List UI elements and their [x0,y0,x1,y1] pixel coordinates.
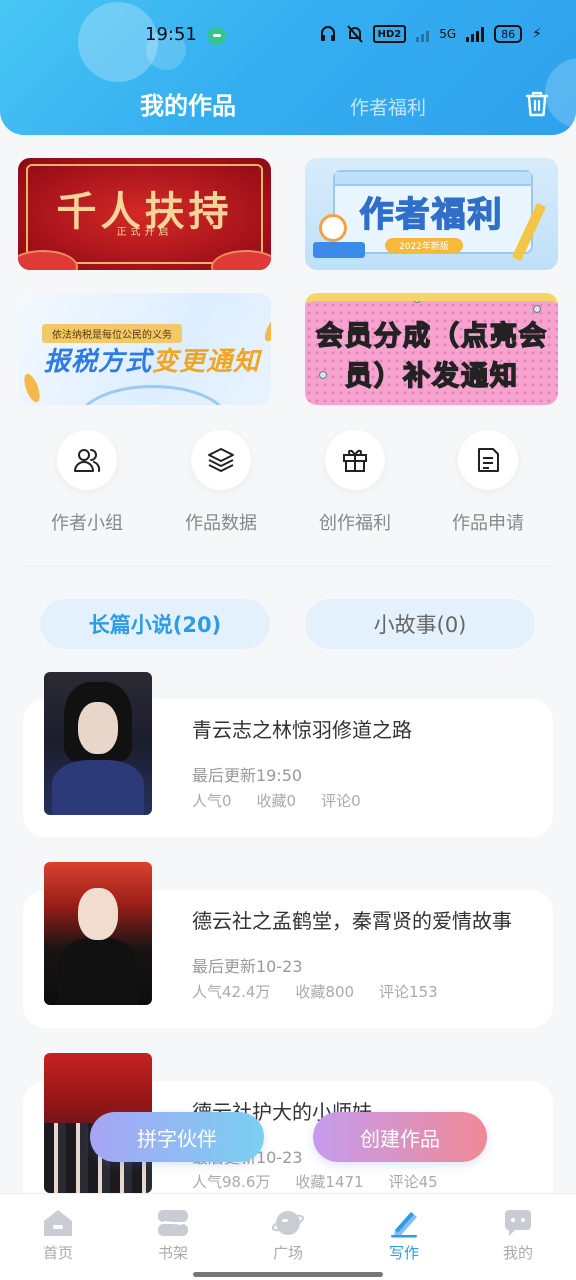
cover-figure [58,938,138,1005]
banner-title: 报税方式变更通知 [44,341,260,378]
decor-leaf [261,312,271,344]
quick-action-creation-welfare[interactable]: 创作福利 [300,430,410,535]
banner-title: 作者福利 [359,194,504,236]
tab-short-story[interactable]: 小故事(0) [305,599,535,649]
decor-leaf [21,371,43,405]
work-popularity: 人气0 [192,792,232,810]
decor-arc [78,385,228,405]
cover-figure [78,702,118,754]
work-stats: 人气98.6万 收藏1471 评论45 [192,1171,463,1192]
divider [22,566,554,567]
banner-title: 会员分成（点亮会员）补发通知 [315,320,548,393]
quick-action-label: 创作福利 [319,513,391,534]
work-popularity: 人气98.6万 [192,1173,271,1191]
status-time: 19:51 [145,24,197,45]
work-popularity: 人气42.4万 [192,983,271,1001]
tab-my-works[interactable]: 我的作品 [140,86,236,121]
battery-icon: 86 [494,25,523,43]
work-title[interactable]: 青云志之林惊羽修道之路 [192,714,412,743]
bottom-nav: 首页 书架 广场 写作 我的 [0,1193,576,1280]
status-bar: 19:51 HD2 5G 86 ⚡ [0,20,576,52]
pen-icon [387,1208,421,1238]
banner-tag: 2022年新版 [385,238,463,253]
tab-long-novel[interactable]: 长篇小说(20) [40,599,270,649]
nav-label: 写作 [388,1244,419,1262]
quick-action-label: 作者小组 [51,513,123,534]
alarm-clock-icon [319,214,347,242]
banner-subtitle: 正式开启 [116,227,173,238]
banner-thousand-support[interactable]: 千人扶持 正式开启 [18,158,271,270]
gift-icon [325,430,385,490]
nav-label: 首页 [42,1244,73,1262]
books-icon [313,242,365,258]
work-updated: 最后更新19:50 [192,766,303,785]
work-cover-image[interactable] [44,862,152,1005]
cover-figure [52,760,144,815]
nav-item-profile[interactable]: 我的 [478,1208,558,1263]
users-icon [57,430,117,490]
chat-notification-icon [208,27,226,45]
work-favorites: 收藏1471 [295,1173,364,1191]
work-favorites: 收藏0 [256,792,297,810]
work-title[interactable]: 德云社之孟鹤堂，秦霄贤的爱情故事 [192,905,512,934]
cover-figure [78,888,118,940]
nav-item-write[interactable]: 写作 [364,1208,444,1263]
quick-action-label: 作品申请 [452,513,524,534]
bookshelf-icon [156,1208,190,1238]
network-type: 5G [439,27,457,41]
quick-action-label: 作品数据 [185,513,257,534]
signal-icon [416,26,430,42]
quick-action-work-apply[interactable]: 作品申请 [433,430,543,535]
tab-author-welfare[interactable]: 作者福利 [350,93,426,120]
banner-title-a: 报税方式 [44,347,153,377]
work-favorites: 收藏800 [295,983,355,1001]
work-comments: 评论45 [388,1173,438,1191]
nav-label: 广场 [272,1244,303,1262]
work-stats: 人气0 收藏0 评论0 [192,790,386,811]
banner-author-welfare[interactable]: 作者福利 2022年新版 [305,158,558,270]
signal-strength-icon [466,26,485,42]
work-stats: 人气42.4万 收藏800 评论153 [192,981,463,1002]
layers-icon [191,430,251,490]
decor-bubble [545,58,576,128]
nav-item-plaza[interactable]: 广场 [248,1208,328,1263]
decor-dot [413,301,421,303]
work-updated: 最后更新10-23 [192,957,303,976]
work-comments: 评论153 [379,983,438,1001]
trash-icon[interactable] [525,91,549,117]
decor-dot [533,305,541,313]
banner-tax-notice[interactable]: 依法纳税是每位公民的义务 报税方式变更通知 [18,293,271,405]
headphones-icon [319,25,337,43]
create-work-button[interactable]: 创建作品 [313,1112,487,1162]
quick-action-author-group[interactable]: 作者小组 [32,430,142,535]
nav-label: 书架 [157,1244,188,1262]
profile-icon [501,1208,535,1238]
nav-label: 我的 [502,1244,533,1262]
banner-member-share[interactable]: 会员分成（点亮会员）补发通知 [305,293,558,405]
home-indicator[interactable] [193,1272,383,1277]
work-cover-image[interactable] [44,672,152,815]
nav-item-home[interactable]: 首页 [18,1208,98,1263]
mute-bell-icon [346,25,363,43]
hd-icon: HD2 [372,25,407,43]
status-icons: HD2 5G 86 ⚡ [319,25,542,43]
banner-title-b: 变更通知 [152,347,261,377]
nav-item-bookshelf[interactable]: 书架 [133,1208,213,1263]
planet-icon [271,1208,305,1238]
charging-icon: ⚡ [532,26,542,42]
work-comments: 评论0 [321,792,361,810]
document-icon [458,430,518,490]
header: 19:51 HD2 5G 86 ⚡ 我的作品 作者福利 [0,0,576,135]
quick-action-work-data[interactable]: 作品数据 [166,430,276,535]
home-icon [41,1208,75,1238]
writing-partner-button[interactable]: 拼字伙伴 [90,1112,264,1162]
